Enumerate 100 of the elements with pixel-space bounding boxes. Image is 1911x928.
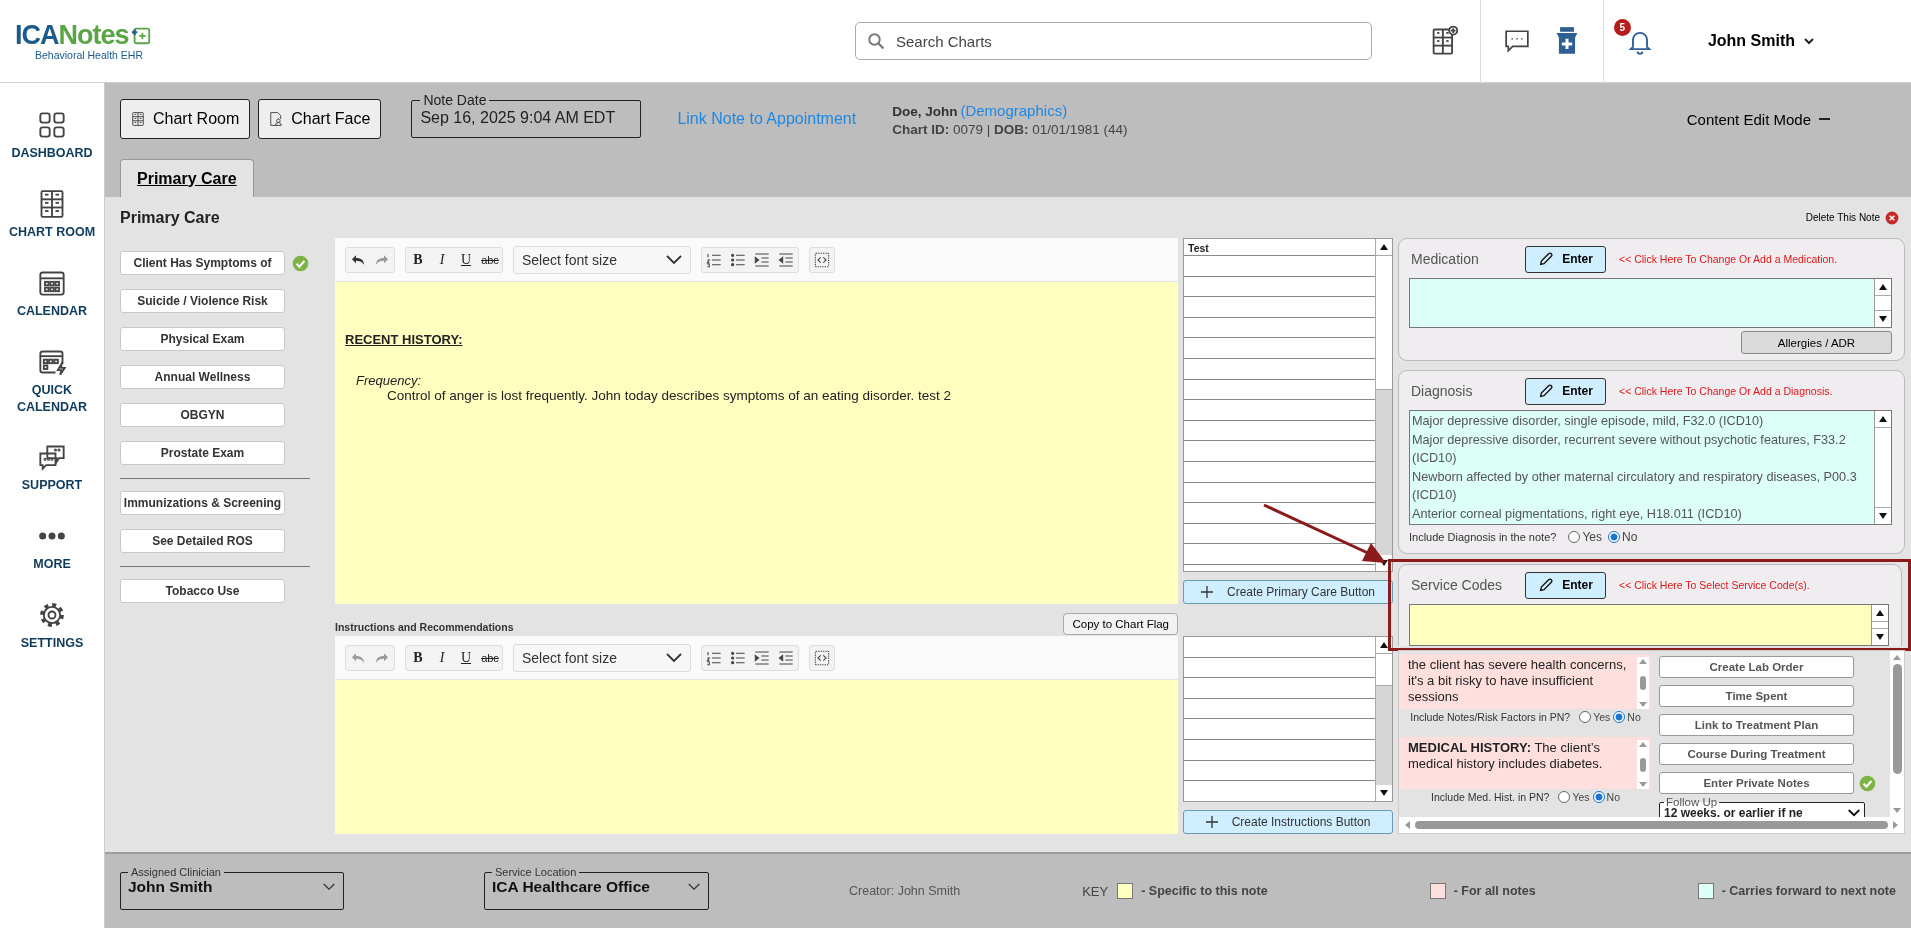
scrollbar[interactable] bbox=[1637, 740, 1649, 789]
user-menu[interactable]: John Smith bbox=[1703, 28, 1819, 54]
nav-item[interactable]: DASHBOARD bbox=[7, 111, 97, 162]
delete-note-button[interactable]: Delete This Note bbox=[1805, 210, 1905, 225]
plus-icon bbox=[1205, 816, 1218, 828]
note-date-field[interactable]: Note Date Sep 16, 2025 9:04 AM EDT bbox=[411, 92, 642, 138]
chat-bubbles-icon bbox=[38, 443, 66, 472]
template-button[interactable]: OBGYN bbox=[120, 403, 285, 427]
pencil-icon bbox=[1538, 383, 1555, 399]
logo-wordmark: ICANotes bbox=[15, 21, 129, 49]
bold-button[interactable]: B bbox=[406, 247, 430, 272]
scrollbar[interactable] bbox=[1375, 239, 1392, 572]
more-icon bbox=[38, 532, 66, 541]
list-header: Test bbox=[1184, 239, 1375, 256]
radio-option[interactable]: No bbox=[1592, 790, 1620, 803]
file-cabinet-icon bbox=[38, 189, 66, 218]
strikethrough-button[interactable]: abc bbox=[478, 645, 502, 670]
enter-button[interactable]: Enter bbox=[1525, 377, 1606, 405]
content-edit-mode-toggle[interactable]: Content Edit Mode bbox=[1680, 109, 1836, 129]
nav-item[interactable]: CALENDAR bbox=[7, 268, 97, 320]
scrollbar[interactable] bbox=[1637, 657, 1649, 709]
plus-icon bbox=[1200, 586, 1213, 599]
pencil-icon bbox=[1538, 251, 1555, 267]
scrollbar[interactable] bbox=[1874, 411, 1891, 524]
creator-label: Creator: John Smith bbox=[849, 884, 961, 898]
action-button[interactable]: Create Lab Order bbox=[1659, 656, 1854, 678]
question-label: Include Notes/Risk Factors in PN? bbox=[1410, 710, 1571, 723]
underline-button[interactable]: U bbox=[454, 247, 478, 272]
file-cabinet-icon bbox=[131, 111, 145, 127]
chart-face-button[interactable]: Chart Face bbox=[258, 99, 382, 139]
diagnosis-item: Newborn affected by other maternal circulatory and respiratory diseases, P00.3 (ICD10) bbox=[1412, 468, 1858, 505]
bold-button[interactable]: B bbox=[406, 645, 430, 670]
message-icon[interactable] bbox=[1502, 28, 1531, 54]
key-description: - For all notes bbox=[1453, 884, 1536, 898]
search-icon bbox=[867, 32, 885, 50]
logo-tagline: Behavioral Health EHR bbox=[35, 48, 144, 61]
template-button[interactable]: Tobacco Use bbox=[120, 579, 285, 603]
service-location-select[interactable]: Service Location ICA Healthcare Office bbox=[484, 866, 709, 910]
allergies-button[interactable]: Allergies / ADR bbox=[1741, 331, 1892, 354]
template-button[interactable]: Suicide / Violence Risk bbox=[120, 289, 285, 313]
diagnosis-item: Major depressive disorder, single episode, mild, F32.0 (ICD10) bbox=[1412, 413, 1765, 430]
italic-button[interactable]: I bbox=[430, 247, 454, 272]
question-label: Include Diagnosis in the note? bbox=[1409, 531, 1557, 543]
radio-option[interactable]: Yes bbox=[1558, 790, 1590, 803]
underline-button[interactable]: U bbox=[454, 645, 478, 670]
person-document-icon bbox=[269, 111, 284, 127]
radio-option[interactable]: No bbox=[1613, 710, 1641, 723]
template-button[interactable]: Prostate Exam bbox=[120, 441, 285, 465]
chevron-down-icon bbox=[688, 883, 700, 891]
radio-option[interactable]: No bbox=[1607, 530, 1638, 544]
note-text: MEDICAL HISTORY: The client’s medical history includes diabetes. bbox=[1408, 740, 1604, 773]
hint-text: << Click Here To Change Or Add a Diagnosis. bbox=[1619, 385, 1833, 397]
template-button[interactable]: Client Has Symptoms of bbox=[120, 251, 285, 275]
enter-button[interactable]: Enter bbox=[1525, 571, 1606, 599]
action-button[interactable]: Enter Private Notes bbox=[1659, 772, 1854, 794]
radio-option[interactable]: Yes bbox=[1579, 710, 1611, 723]
patient-details: Chart ID: 0079 | DOB: 01/01/1981 (44) bbox=[892, 121, 1128, 137]
pencil-icon bbox=[1538, 577, 1555, 593]
chevron-down-icon bbox=[1848, 808, 1860, 817]
template-button[interactable]: Annual Wellness bbox=[120, 365, 285, 389]
strikethrough-button[interactable]: abc bbox=[478, 247, 502, 272]
panel-title: Diagnosis bbox=[1410, 383, 1474, 399]
panel-title: Service Codes bbox=[1410, 577, 1504, 593]
field-label: Frequency: bbox=[356, 373, 423, 388]
template-button[interactable]: See Detailed ROS bbox=[120, 529, 285, 553]
tab[interactable]: Primary Care bbox=[120, 159, 254, 197]
key-description: - Carries forward to next note bbox=[1721, 884, 1896, 898]
nav-item[interactable]: MORE bbox=[7, 522, 97, 574]
close-icon bbox=[1885, 210, 1899, 225]
search-field[interactable]: Search Charts bbox=[855, 22, 1372, 60]
copy-to-chart-flag-button[interactable]: Copy to Chart Flag bbox=[1063, 613, 1178, 635]
section-title: Primary Care bbox=[120, 208, 220, 227]
check-icon bbox=[1859, 774, 1876, 792]
create-button[interactable]: Create Primary Care Button bbox=[1183, 580, 1393, 605]
template-button[interactable]: Immunizations & Screening bbox=[120, 491, 285, 515]
radio-option[interactable]: Yes bbox=[1568, 530, 1602, 544]
italic-button[interactable]: I bbox=[430, 645, 454, 670]
caret-icon bbox=[1803, 35, 1815, 47]
scrollbar[interactable] bbox=[1871, 605, 1888, 645]
action-button[interactable]: Link to Treatment Plan bbox=[1659, 714, 1854, 736]
dashboard-icon bbox=[38, 111, 66, 139]
editor-label: Instructions and Recommendations bbox=[335, 621, 514, 633]
action-button[interactable]: Time Spent bbox=[1659, 685, 1854, 707]
font-size-select[interactable]: Select font size bbox=[513, 643, 691, 672]
scrollbar[interactable] bbox=[1874, 279, 1891, 327]
nav-item[interactable]: SUPPORT bbox=[7, 443, 97, 495]
enter-button[interactable]: Enter bbox=[1525, 245, 1606, 273]
create-button[interactable]: Create Instructions Button bbox=[1183, 810, 1393, 834]
text-editor[interactable]: RECENT HISTORY: Frequency: Control of anger is lost frequently. John today describes symptoms of an eating disorder. test 2 bbox=[335, 282, 1178, 605]
clinician-select[interactable]: Assigned Clinician John Smith bbox=[120, 866, 344, 910]
scrollbar[interactable] bbox=[1375, 637, 1392, 801]
nav-item[interactable]: CHART ROOM bbox=[7, 189, 97, 241]
nav-item[interactable]: SETTINGS bbox=[7, 601, 97, 652]
nav-item[interactable]: QUICK CALENDAR bbox=[7, 347, 97, 416]
chevron-down-icon bbox=[323, 883, 335, 891]
note-text: the client has severe health concerns, it's a bit risky to have insufficient sessions bbox=[1408, 657, 1628, 706]
font-size-select[interactable]: Select font size bbox=[513, 245, 691, 274]
action-button[interactable]: Course During Treatment bbox=[1659, 743, 1854, 765]
chart-room-button[interactable]: Chart Room bbox=[120, 99, 251, 139]
template-button[interactable]: Physical Exam bbox=[120, 327, 285, 351]
